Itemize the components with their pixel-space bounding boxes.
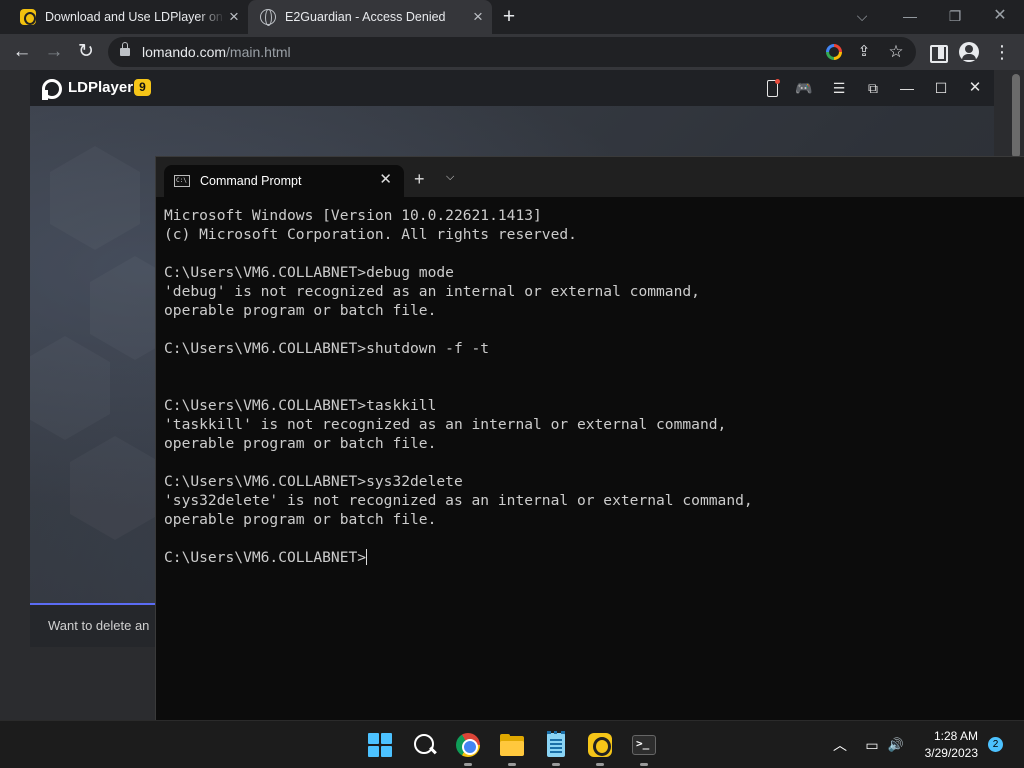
chrome-icon[interactable] bbox=[452, 729, 484, 766]
command-prompt-icon bbox=[174, 175, 190, 187]
terminal-line: Microsoft Windows [Version 10.0.22621.14… bbox=[164, 207, 542, 224]
side-panel-icon[interactable] bbox=[926, 41, 948, 63]
url-text[interactable]: lomando.com/main.html bbox=[142, 44, 291, 60]
terminal-line: 'debug' is not recognized as an internal… bbox=[164, 283, 700, 300]
url-path: /main.html bbox=[226, 44, 291, 60]
ldplayer-close-button[interactable]: ✕ bbox=[965, 78, 985, 98]
terminal-tab-close-icon[interactable]: ✕ bbox=[379, 171, 392, 189]
menu-icon[interactable]: ☰ bbox=[829, 78, 849, 98]
terminal-icon[interactable] bbox=[628, 729, 660, 766]
tab-close-icon[interactable]: × bbox=[470, 8, 486, 25]
ldplayer-titlebar: LDPlayer 9 🎮 ☰ ⧉ — ☐ ✕ bbox=[30, 70, 994, 106]
popout-icon[interactable]: ⧉ bbox=[863, 78, 883, 98]
system-clock[interactable]: 1:28 AM 3/29/2023 bbox=[910, 728, 998, 762]
start-icon[interactable] bbox=[364, 729, 396, 761]
file-explorer-icon[interactable] bbox=[496, 729, 528, 766]
terminal-tab-bar: Command Prompt ✕ + ⌵ bbox=[156, 157, 1024, 197]
lock-icon[interactable] bbox=[120, 42, 130, 57]
url-domain: lomando.com bbox=[142, 44, 227, 60]
tab-search-icon[interactable]: ⌵ bbox=[850, 5, 874, 27]
terminal-tab-title: Command Prompt bbox=[200, 174, 302, 188]
bookmark-star-icon[interactable]: ☆ bbox=[886, 42, 906, 62]
terminal-new-tab-button[interactable]: + bbox=[414, 169, 425, 189]
forward-button[interactable]: → bbox=[42, 40, 66, 64]
terminal-dropdown-chevron-icon[interactable]: ⌵ bbox=[446, 171, 454, 184]
terminal-output-area[interactable]: Microsoft Windows [Version 10.0.22621.14… bbox=[164, 206, 1014, 706]
chrome-menu-icon[interactable]: ⋮ bbox=[991, 41, 1013, 63]
tab-title: Download and Use LDPlayer on PC bbox=[45, 10, 225, 24]
decor-hexagon bbox=[50, 146, 140, 250]
notification-badge[interactable]: 2 bbox=[988, 737, 1003, 752]
scrollbar-thumb[interactable] bbox=[1012, 74, 1020, 158]
terminal-tab-command-prompt[interactable]: Command Prompt ✕ bbox=[164, 165, 404, 197]
ldplayer-version-badge: 9 bbox=[134, 79, 151, 96]
minimize-window-button[interactable]: — bbox=[898, 5, 922, 27]
terminal-line: C:\Users\VM6.COLLABNET>shutdown -f -t bbox=[164, 340, 490, 357]
profile-avatar-icon[interactable] bbox=[959, 42, 979, 62]
terminal-window: Command Prompt ✕ + ⌵ Microsoft Windows [… bbox=[155, 156, 1024, 720]
decor-hexagon bbox=[30, 336, 110, 440]
address-bar[interactable]: lomando.com/main.html ⇪ ☆ bbox=[108, 37, 916, 67]
close-window-button[interactable]: ✕ bbox=[988, 5, 1012, 27]
gamepad-icon[interactable]: 🎮 bbox=[794, 78, 814, 98]
ldplayer-logo-icon bbox=[42, 79, 62, 100]
browser-tab-strip: Download and Use LDPlayer on PC × E2Guar… bbox=[0, 0, 1024, 34]
ldplayer-title: LDPlayer bbox=[68, 79, 134, 96]
terminal-line: C:\Users\VM6.COLLABNET>debug mode bbox=[164, 264, 454, 281]
ldplayer-favicon-icon bbox=[20, 9, 36, 25]
volume-icon[interactable]: 🔊 bbox=[886, 735, 906, 755]
ldplayer-maximize-button[interactable]: ☐ bbox=[931, 78, 951, 98]
terminal-line: operable program or batch file. bbox=[164, 435, 437, 452]
terminal-line: operable program or batch file. bbox=[164, 511, 437, 528]
terminal-line: C:\Users\VM6.COLLABNET> bbox=[164, 549, 368, 566]
browser-toolbar: ← → ↻ lomando.com/main.html ⇪ ☆ ⋮ bbox=[0, 34, 1024, 70]
search-icon[interactable] bbox=[408, 729, 440, 761]
decor-hexagon bbox=[70, 436, 160, 540]
terminal-line: C:\Users\VM6.COLLABNET>sys32delete bbox=[164, 473, 463, 490]
tab-close-icon[interactable]: × bbox=[226, 8, 242, 25]
terminal-line: C:\Users\VM6.COLLABNET>taskkill bbox=[164, 397, 437, 414]
terminal-line: (c) Microsoft Corporation. All rights re… bbox=[164, 226, 577, 243]
notepad-icon[interactable] bbox=[540, 729, 572, 766]
browser-tab-e2guardian[interactable]: E2Guardian - Access Denied × bbox=[248, 0, 492, 34]
new-tab-button[interactable]: + bbox=[498, 6, 520, 28]
footer-message[interactable]: Want to delete an bbox=[48, 618, 149, 633]
windows-taskbar: ︿ ▭ 🔊 1:28 AM 3/29/2023 2 bbox=[0, 720, 1024, 768]
tab-title: E2Guardian - Access Denied bbox=[285, 10, 446, 24]
share-icon[interactable]: ⇪ bbox=[854, 42, 874, 62]
phone-icon[interactable] bbox=[762, 78, 782, 98]
browser-tab-ldplayer[interactable]: Download and Use LDPlayer on PC × bbox=[8, 0, 248, 34]
terminal-cursor bbox=[366, 549, 368, 565]
globe-favicon-icon bbox=[260, 9, 276, 26]
terminal-line: 'taskkill' is not recognized as an inter… bbox=[164, 416, 727, 433]
terminal-line: 'sys32delete' is not recognized as an in… bbox=[164, 492, 753, 509]
clock-time: 1:28 AM bbox=[933, 729, 978, 743]
ldplayer-icon[interactable] bbox=[584, 729, 616, 766]
google-lens-icon[interactable] bbox=[826, 44, 842, 60]
ldplayer-minimize-button[interactable]: — bbox=[897, 78, 917, 98]
terminal-line: operable program or batch file. bbox=[164, 302, 437, 319]
tray-chevron-up-icon[interactable]: ︿ bbox=[830, 735, 850, 755]
display-icon[interactable]: ▭ bbox=[862, 735, 882, 755]
terminal-output: Microsoft Windows [Version 10.0.22621.14… bbox=[164, 206, 1014, 567]
clock-date: 3/29/2023 bbox=[924, 746, 978, 760]
restore-window-button[interactable]: ❐ bbox=[943, 5, 967, 27]
reload-button[interactable]: ↻ bbox=[74, 40, 98, 64]
back-button[interactable]: ← bbox=[10, 40, 34, 64]
